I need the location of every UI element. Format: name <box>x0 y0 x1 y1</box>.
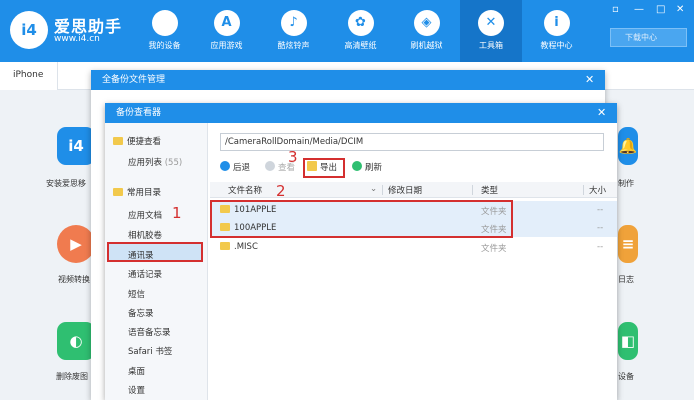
refresh-button[interactable]: 刷新 <box>352 160 382 177</box>
selected-item-highlight <box>107 242 203 262</box>
info-icon: i <box>543 10 570 36</box>
sidebar-group-quick-view[interactable]: 便捷查看 <box>113 135 161 147</box>
column-divider[interactable] <box>382 185 383 195</box>
sidebar-item-settings[interactable]: 设置 <box>128 384 145 396</box>
tool-label: 设备 <box>618 372 634 381</box>
tool-label: 日志 <box>618 275 634 284</box>
column-type[interactable]: 类型 <box>481 184 498 196</box>
file-list-header: 文件名称 ⌄ 修改日期 类型 大小 <box>210 182 617 198</box>
sidebar-item-sms[interactable]: 短信 <box>128 288 145 300</box>
back-button[interactable]: 后退 <box>220 160 250 177</box>
nav-ringtones[interactable]: ♪ 酷炫铃声 <box>265 0 322 62</box>
sidebar-item-app-docs[interactable]: 应用文档 <box>128 209 162 221</box>
annotation-3: 3 <box>288 148 298 166</box>
nav-flash-jailbreak[interactable]: ◈ 刷机越狱 <box>398 0 455 62</box>
annotation-2: 2 <box>276 182 286 200</box>
tool-label: 删除废图 <box>56 372 88 381</box>
download-center-button[interactable]: 下载中心 <box>610 28 687 47</box>
install-i4-tile[interactable]: i4 <box>57 127 95 165</box>
minimize-button[interactable]: — <box>634 4 644 15</box>
top-bar: i4 爱思助手 www.i4.cn 我的设备 A 应用游戏 ♪ 酷炫铃声 ✿ 高… <box>0 0 694 62</box>
dialog-title-bar: 备份查看器 ✕ <box>105 103 617 123</box>
app-count: (55) <box>164 158 183 168</box>
sidebar-item-camera-roll[interactable]: 相机胶卷 <box>128 229 162 241</box>
tool-label: 制作 <box>618 179 634 188</box>
folder-icon <box>220 242 230 250</box>
ringtone-maker-tile[interactable]: 🔔 <box>618 127 638 165</box>
viewer-sidebar: 便捷查看 应用列表 (55) 常用目录 应用文档 相机胶卷 通讯录 通话记录 短… <box>105 123 208 400</box>
column-divider[interactable] <box>472 185 473 195</box>
sidebar-item-desktop[interactable]: 桌面 <box>128 365 145 377</box>
magnifier-icon <box>265 161 275 171</box>
column-date[interactable]: 修改日期 <box>388 184 422 196</box>
nav-toolbox[interactable]: ✕ 工具箱 <box>460 0 522 62</box>
log-tile[interactable]: ≡ <box>618 225 638 263</box>
sidebar-item-call-log[interactable]: 通话记录 <box>128 268 162 280</box>
video-convert-tile[interactable]: ▶ <box>57 225 95 263</box>
sidebar-item-contacts[interactable]: 通讯录 <box>128 249 154 261</box>
folder-icon <box>113 188 123 196</box>
delete-junk-images-tile[interactable]: ◐ <box>57 322 95 360</box>
column-divider[interactable] <box>583 185 584 195</box>
sort-chevron-icon[interactable]: ⌄ <box>370 184 377 194</box>
bell-icon: ♪ <box>280 10 307 36</box>
rows-highlight-box <box>210 200 513 238</box>
export-highlight-box <box>303 158 345 178</box>
folder-icon <box>113 137 123 145</box>
dialog-title-bar: 全备份文件管理 ✕ <box>91 70 605 90</box>
sidebar-item-app-list[interactable]: 应用列表 (55) <box>128 156 182 168</box>
appstore-icon: A <box>213 10 240 36</box>
tools-icon: ✕ <box>478 10 504 36</box>
close-icon[interactable]: ✕ <box>585 70 594 90</box>
annotation-1: 1 <box>172 204 182 222</box>
path-field[interactable]: /CameraRollDomain/Media/DCIM <box>220 133 604 151</box>
nav-my-device[interactable]: 我的设备 <box>136 0 193 62</box>
apple-icon <box>151 10 178 36</box>
skin-icon[interactable]: ▫ <box>612 4 619 15</box>
table-row[interactable]: .MISC 文件夹 -- <box>210 238 617 256</box>
box-icon: ◈ <box>413 10 440 36</box>
brand-url: www.i4.cn <box>54 34 100 44</box>
nav-tutorials[interactable]: i 教程中心 <box>528 0 585 62</box>
i4-logo: i4 <box>10 11 48 49</box>
nav-wallpapers[interactable]: ✿ 高清壁纸 <box>332 0 389 62</box>
flower-icon: ✿ <box>347 10 374 36</box>
sidebar-item-notes[interactable]: 备忘录 <box>128 307 154 319</box>
sidebar-group-common-dirs[interactable]: 常用目录 <box>113 186 161 198</box>
back-arrow-icon <box>220 161 230 171</box>
sidebar-item-safari-bookmarks[interactable]: Safari 书签 <box>128 345 172 357</box>
tool-label: 视频转换 <box>58 275 90 284</box>
dialog-title: 备份查看器 <box>116 108 162 118</box>
column-name[interactable]: 文件名称 <box>228 184 262 196</box>
dialog-title: 全备份文件管理 <box>102 75 166 85</box>
maximize-button[interactable]: □ <box>656 4 665 15</box>
close-window-button[interactable]: ✕ <box>676 4 684 15</box>
nav-apps-games[interactable]: A 应用游戏 <box>198 0 255 62</box>
sidebar-item-voice-memos[interactable]: 语音备忘录 <box>128 326 171 338</box>
device-tile[interactable]: ◧ <box>618 322 638 360</box>
close-icon[interactable]: ✕ <box>597 103 606 123</box>
column-size[interactable]: 大小 <box>589 184 606 196</box>
refresh-icon <box>352 161 362 171</box>
tab-iphone[interactable]: iPhone <box>0 62 58 90</box>
backup-viewer-dialog: 备份查看器 ✕ 便捷查看 应用列表 (55) 常用目录 应用文档 相机胶卷 通讯… <box>105 103 617 400</box>
tool-label: 安装爱思移 <box>46 179 86 188</box>
